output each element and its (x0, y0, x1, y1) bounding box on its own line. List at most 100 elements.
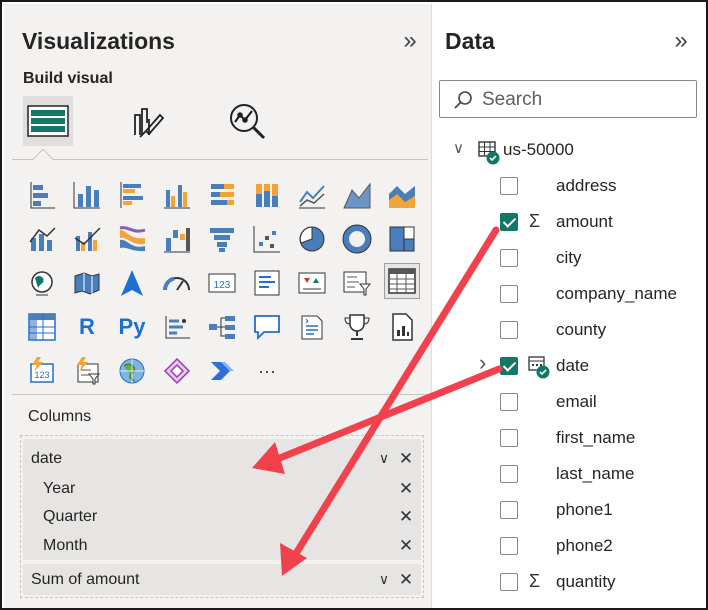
decomposition-tree-icon[interactable] (204, 309, 240, 345)
remove-field-icon[interactable]: ✕ (395, 444, 417, 473)
search-input[interactable]: Search (439, 80, 697, 118)
field-checkbox[interactable] (500, 357, 518, 375)
build-visual-tab[interactable] (23, 96, 73, 146)
field-row-phone2[interactable]: phone2 (433, 528, 706, 564)
power-automate-icon[interactable] (204, 353, 240, 389)
field-row-last-name[interactable]: last_name (433, 456, 706, 492)
gauge-icon[interactable] (159, 265, 195, 301)
field-checkbox[interactable] (500, 573, 518, 591)
chevron-down-icon[interactable]: ∨ (373, 444, 395, 473)
date-hierarchy-icon (528, 356, 550, 379)
python-visual-icon[interactable]: Py (114, 309, 150, 345)
field-name-label: address (556, 176, 617, 195)
date-field-row[interactable]: date ∨ ✕ (23, 444, 421, 473)
field-checkbox[interactable] (500, 465, 518, 483)
100-stacked-bar-chart-icon[interactable] (204, 177, 240, 213)
expand-data-pane-icon[interactable]: » (668, 28, 694, 54)
ribbon-chart-icon[interactable] (114, 221, 150, 257)
smart-narrative-icon[interactable] (294, 309, 330, 345)
power-automate-slicer-icon[interactable] (69, 353, 105, 389)
donut-chart-icon[interactable] (339, 221, 375, 257)
field-row-quantity[interactable]: Σquantity (433, 564, 706, 600)
field-checkbox[interactable] (500, 321, 518, 339)
field-name-label: email (556, 392, 597, 411)
svg-text:123: 123 (214, 280, 231, 291)
scatter-chart-icon[interactable] (249, 221, 285, 257)
field-checkbox[interactable] (500, 537, 518, 555)
field-checkbox[interactable] (500, 429, 518, 447)
clustered-bar-chart-icon[interactable] (114, 177, 150, 213)
r-script-visual-icon[interactable]: R (69, 309, 105, 345)
card-icon[interactable]: 123 (204, 265, 240, 301)
remove-level-icon[interactable]: ✕ (395, 474, 417, 503)
metrics-icon[interactable] (339, 309, 375, 345)
remove-level-icon[interactable]: ✕ (395, 502, 417, 531)
map-icon[interactable] (24, 265, 60, 301)
field-row-amount[interactable]: Σamount (433, 204, 706, 240)
azure-map-icon[interactable] (114, 265, 150, 301)
analytics-tab[interactable] (222, 96, 272, 146)
hierarchy-level-row[interactable]: Year ✕ (23, 474, 421, 503)
line-chart-icon[interactable] (294, 177, 330, 213)
power-apps-icon[interactable] (159, 353, 195, 389)
sum-of-amount-field-card[interactable]: Sum of amount ∨ ✕ (23, 564, 421, 595)
filled-map-icon[interactable] (69, 265, 105, 301)
line-and-clustered-column-chart-icon[interactable] (69, 221, 105, 257)
chevron-down-icon[interactable]: ∨ (453, 139, 464, 157)
expand-visualizations-icon[interactable]: » (397, 28, 423, 54)
field-row-address[interactable]: address (433, 168, 706, 204)
matrix-icon[interactable] (24, 309, 60, 345)
field-checkbox[interactable] (500, 249, 518, 267)
field-row-city[interactable]: city (433, 240, 706, 276)
remove-level-icon[interactable]: ✕ (395, 531, 417, 560)
field-checkbox[interactable] (500, 177, 518, 195)
more-visuals-icon[interactable]: ··· (249, 353, 285, 389)
waterfall-chart-icon[interactable] (159, 221, 195, 257)
field-row-email[interactable]: email (433, 384, 706, 420)
area-chart-icon[interactable] (339, 177, 375, 213)
chevron-right-icon[interactable]: › (479, 350, 486, 376)
remove-field-icon[interactable]: ✕ (395, 565, 417, 594)
funnel-chart-icon[interactable] (204, 221, 240, 257)
field-checkbox[interactable] (500, 393, 518, 411)
field-row-company-name[interactable]: company_name (433, 276, 706, 312)
stacked-column-chart-icon[interactable] (69, 177, 105, 213)
table-name-label: us-50000 (503, 140, 574, 159)
field-name-label: quantity (556, 572, 616, 591)
paginated-report-icon[interactable] (384, 309, 420, 345)
table-node-us-50000[interactable]: ∨ us-50000 (433, 132, 706, 168)
stacked-area-chart-icon[interactable] (384, 177, 420, 213)
key-influencers-icon[interactable] (159, 309, 195, 345)
measure-field-row[interactable]: Sum of amount ∨ ✕ (23, 565, 421, 594)
clustered-column-chart-icon[interactable] (159, 177, 195, 213)
table-visual-icon[interactable] (384, 263, 420, 299)
field-checkbox[interactable] (500, 213, 518, 231)
field-row-date[interactable]: › date (433, 348, 706, 384)
power-apps-card-icon[interactable]: 123 (24, 353, 60, 389)
hierarchy-level-row[interactable]: Quarter ✕ (23, 502, 421, 531)
hierarchy-level-row[interactable]: Month ✕ (23, 531, 421, 560)
100-stacked-column-chart-icon[interactable] (249, 177, 285, 213)
measure-field-label: Sum of amount (31, 571, 140, 588)
slicer-icon[interactable] (339, 265, 375, 301)
field-name-label: first_name (556, 428, 636, 447)
field-name-label: last_name (556, 464, 635, 483)
arcgis-map-icon[interactable] (114, 353, 150, 389)
date-field-card[interactable]: date ∨ ✕ Year ✕ Quarter ✕ Month ✕ (23, 439, 421, 560)
format-visual-tab[interactable] (122, 96, 172, 146)
field-row-first-name[interactable]: first_name (433, 420, 706, 456)
chevron-down-icon[interactable]: ∨ (373, 565, 395, 594)
multi-row-card-icon[interactable] (249, 265, 285, 301)
pie-chart-icon[interactable] (294, 221, 330, 257)
field-checkbox[interactable] (500, 501, 518, 519)
kpi-icon[interactable] (294, 265, 330, 301)
stacked-bar-chart-icon[interactable] (24, 177, 60, 213)
table-icon (478, 141, 500, 165)
treemap-icon[interactable] (384, 221, 420, 257)
columns-field-well: date ∨ ✕ Year ✕ Quarter ✕ Month ✕ Sum of… (20, 435, 424, 598)
field-checkbox[interactable] (500, 285, 518, 303)
field-row-county[interactable]: county (433, 312, 706, 348)
line-and-stacked-column-chart-icon[interactable] (24, 221, 60, 257)
qa-visual-icon[interactable] (249, 309, 285, 345)
field-row-phone1[interactable]: phone1 (433, 492, 706, 528)
